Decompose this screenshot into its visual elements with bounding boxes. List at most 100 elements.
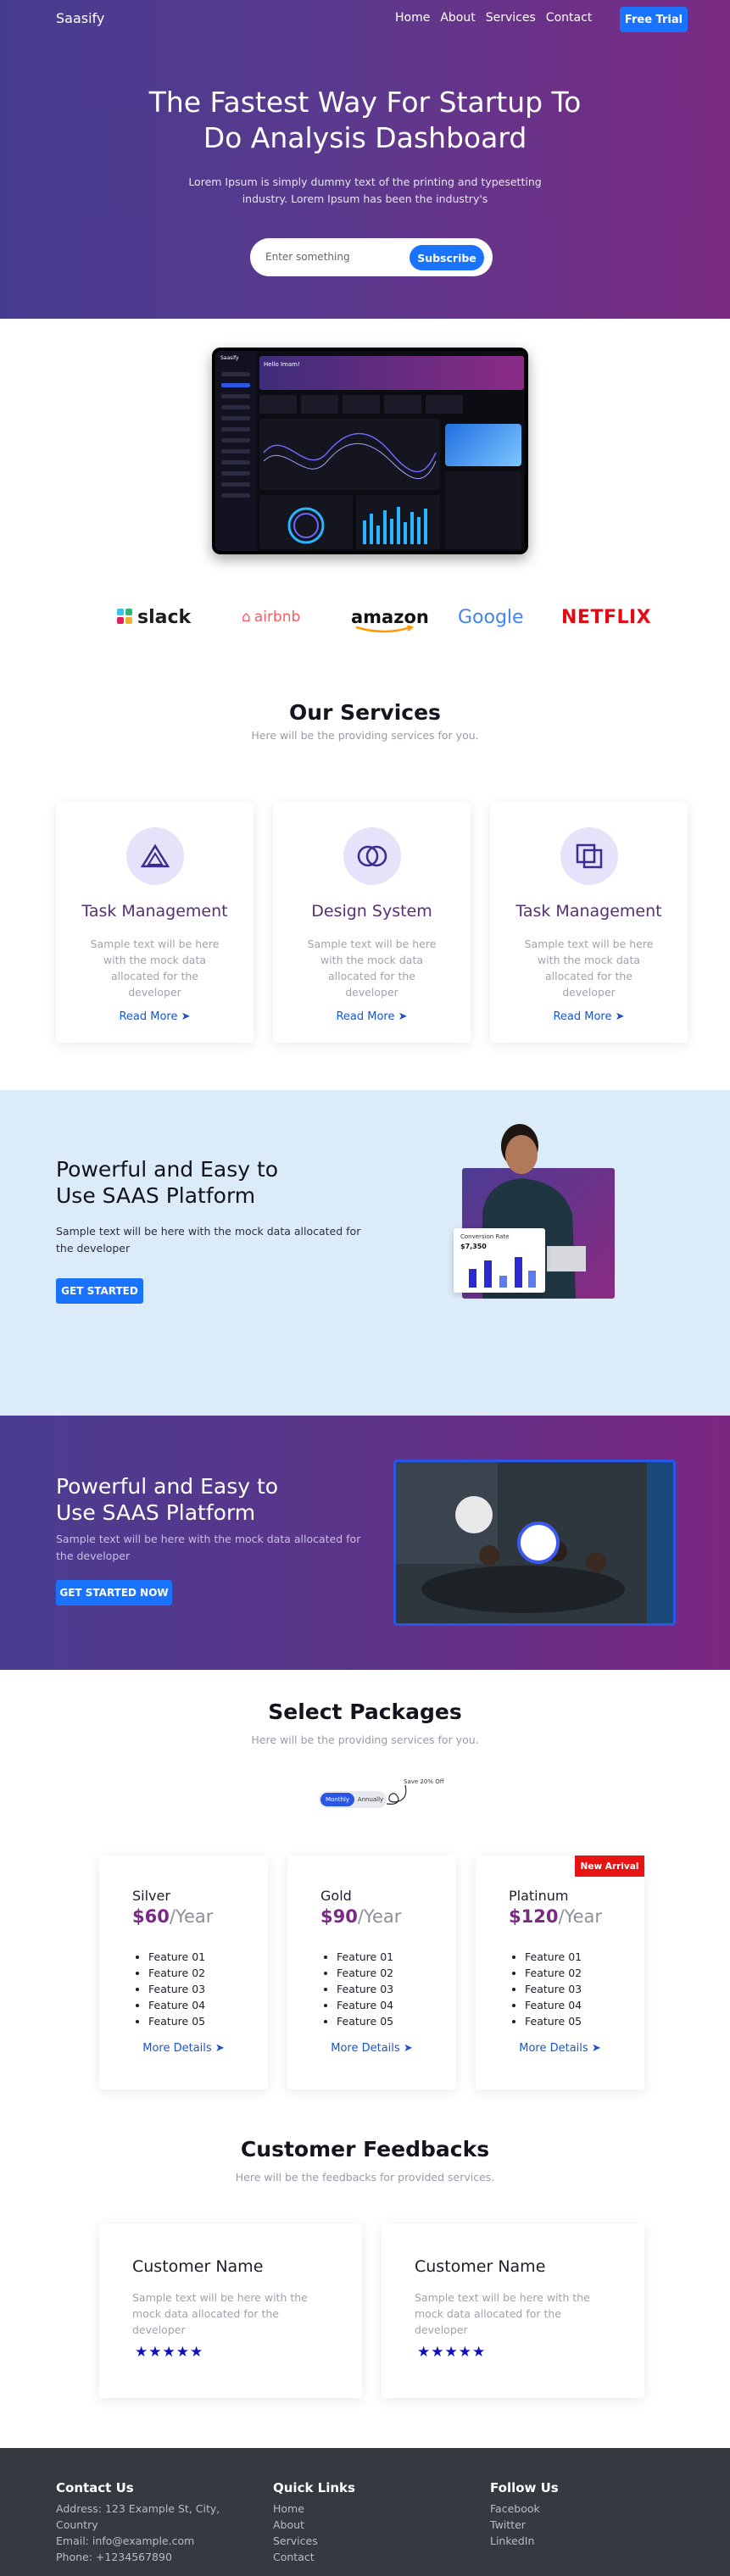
brand-logo[interactable]: Saasify bbox=[56, 10, 104, 26]
service-text: Sample text will be here with the mock d… bbox=[524, 937, 654, 999]
toggle-monthly[interactable]: Monthly bbox=[320, 1793, 354, 1806]
widget-value: $7,350 bbox=[460, 1243, 487, 1250]
hero-title: The Fastest Way For Startup To Do Analys… bbox=[0, 85, 730, 156]
send-arrow-icon: ➤ bbox=[615, 1010, 625, 1023]
netflix-logo: NETFLIX bbox=[561, 606, 652, 628]
free-trial-button[interactable]: Free Trial bbox=[620, 7, 688, 32]
service-text: Sample text will be here with the mock d… bbox=[307, 937, 437, 999]
feedback-text: Sample text will be here with the mock d… bbox=[415, 2291, 590, 2336]
nav-services[interactable]: Services bbox=[486, 11, 536, 25]
footer-contact: Contact Us Address: 123 Example St, City… bbox=[56, 2480, 234, 2565]
footer-links-title: Quick Links bbox=[273, 2480, 355, 2495]
services-subtitle: Here will be the providing services for … bbox=[251, 729, 479, 742]
hero-title-line1: The Fastest Way For Startup To bbox=[148, 86, 582, 119]
read-more-link[interactable]: Read More ➤ bbox=[273, 1010, 471, 1023]
feature-text: Sample text will be here with the mock d… bbox=[56, 1533, 361, 1562]
service-title: Task Management bbox=[515, 902, 662, 921]
nav-home[interactable]: Home bbox=[395, 11, 430, 25]
save-note: Save 20% Off bbox=[404, 1778, 444, 1785]
google-logo: Google bbox=[458, 600, 524, 634]
mock-stat bbox=[301, 395, 338, 414]
mock-sidebar: Saasify bbox=[215, 351, 256, 551]
star-rating-icon: ★★★★★ bbox=[417, 2344, 487, 2361]
widget-title: Conversion Rate bbox=[460, 1233, 510, 1240]
get-started-now-button[interactable]: GET STARTED NOW bbox=[56, 1580, 172, 1605]
triangle-layers-icon bbox=[126, 827, 184, 885]
conversion-widget: Conversion Rate $7,350 bbox=[454, 1228, 545, 1293]
feedback-title: Customer Feedbacks bbox=[240, 2137, 490, 2162]
package-card-gold: Gold $90/Year Feature 01Feature 02 Featu… bbox=[287, 1855, 456, 2089]
video-thumbnail[interactable] bbox=[393, 1460, 676, 1626]
read-more-link[interactable]: Read More ➤ bbox=[56, 1010, 254, 1023]
dashboard-mockup: Saasify Hello Imam! bbox=[212, 348, 528, 554]
more-details-link[interactable]: More Details ➤ bbox=[476, 2042, 644, 2055]
read-more-link[interactable]: Read More ➤ bbox=[490, 1010, 688, 1023]
services-title: Our Services bbox=[289, 700, 441, 725]
service-card: Task Management Sample text will be here… bbox=[490, 802, 688, 1043]
mock-stat bbox=[426, 395, 463, 414]
packages-title: Select Packages bbox=[268, 1700, 462, 1724]
mock-stat bbox=[259, 395, 297, 414]
footer-link-home[interactable]: Home bbox=[273, 2501, 355, 2517]
package-card-silver: Silver $60/Year Feature 01Feature 02 Fea… bbox=[99, 1855, 268, 2089]
main-nav: Home About Services Contact bbox=[395, 11, 592, 25]
packages-subtitle: Here will be the providing services for … bbox=[251, 1733, 479, 1746]
feature-title: Powerful and Easy to Use SAAS Platform bbox=[56, 1157, 279, 1208]
slack-mark-icon bbox=[117, 609, 134, 626]
footer-address: Address: 123 Example St, City, Country bbox=[56, 2502, 220, 2531]
star-rating-icon: ★★★★★ bbox=[135, 2344, 204, 2361]
feedback-subtitle: Here will be the feedbacks for provided … bbox=[235, 2171, 495, 2184]
amazon-smile-icon bbox=[355, 626, 415, 633]
mock-stat bbox=[384, 395, 421, 414]
mock-bar-chart bbox=[356, 495, 440, 549]
feedback-text: Sample text will be here with the mock d… bbox=[132, 2291, 308, 2336]
overlap-squares-icon bbox=[560, 827, 618, 885]
nav-about[interactable]: About bbox=[440, 11, 475, 25]
hero-lead: Lorem Ipsum is simply dummy text of the … bbox=[188, 175, 542, 205]
subscribe-button[interactable]: Subscribe bbox=[410, 245, 484, 270]
toggle-annually[interactable]: Annually bbox=[356, 1793, 385, 1806]
curved-arrow-icon bbox=[386, 1784, 407, 1805]
footer-follow-title: Follow Us bbox=[490, 2480, 559, 2495]
subscribe-input[interactable] bbox=[265, 248, 401, 266]
package-name: Gold bbox=[320, 1888, 352, 1904]
footer-email[interactable]: Email: info@example.com bbox=[56, 2533, 234, 2549]
footer-twitter-link[interactable]: Twitter bbox=[490, 2517, 559, 2533]
mock-banner-title: Hello Imam! bbox=[264, 361, 300, 368]
get-started-button[interactable]: GET STARTED bbox=[56, 1278, 143, 1304]
footer-facebook-link[interactable]: Facebook bbox=[490, 2501, 559, 2517]
hero-section: Saasify Home About Services Contact Free… bbox=[0, 0, 730, 319]
feature-section-dark: Powerful and Easy to Use SAAS Platform S… bbox=[0, 1416, 730, 1670]
footer-quick-links: Quick Links Home About Services Contact bbox=[273, 2480, 355, 2565]
nav-contact[interactable]: Contact bbox=[546, 11, 592, 25]
more-details-link[interactable]: More Details ➤ bbox=[287, 2042, 456, 2055]
package-name: Platinum bbox=[509, 1888, 569, 1904]
send-arrow-icon: ➤ bbox=[181, 1010, 191, 1023]
subscribe-form: Subscribe bbox=[250, 238, 493, 276]
new-arrival-badge: New Arrival bbox=[575, 1855, 644, 1877]
hero-title-line2: Do Analysis Dashboard bbox=[203, 121, 527, 154]
billing-toggle[interactable]: Monthly Annually bbox=[319, 1791, 387, 1808]
slack-logo: slack bbox=[117, 600, 191, 634]
footer-link-about[interactable]: About bbox=[273, 2517, 355, 2533]
footer-link-services[interactable]: Services bbox=[273, 2533, 355, 2549]
partner-logos: slack ⌂ airbnb amazon Google NETFLIX bbox=[0, 600, 730, 634]
footer-contact-title: Contact Us bbox=[56, 2480, 134, 2495]
feedback-card: Customer Name Sample text will be here w… bbox=[99, 2223, 362, 2398]
feature-text: Sample text will be here with the mock d… bbox=[56, 1225, 361, 1255]
footer-linkedin-link[interactable]: LinkedIn bbox=[490, 2533, 559, 2549]
more-details-link[interactable]: More Details ➤ bbox=[99, 2042, 268, 2055]
feature-section-light: Powerful and Easy to Use SAAS Platform S… bbox=[0, 1090, 730, 1416]
customer-name: Customer Name bbox=[132, 2257, 264, 2276]
send-arrow-icon: ➤ bbox=[398, 1010, 408, 1023]
mock-credit-card bbox=[445, 424, 521, 466]
airbnb-mark-icon: ⌂ bbox=[242, 609, 251, 626]
feature-list: Feature 01Feature 02 Feature 03Feature 0… bbox=[525, 1949, 582, 2029]
footer-phone[interactable]: Phone: +1234567890 bbox=[56, 2549, 234, 2565]
play-icon[interactable] bbox=[517, 1522, 560, 1564]
footer-link-contact[interactable]: Contact bbox=[273, 2549, 355, 2565]
service-card: Task Management Sample text will be here… bbox=[56, 802, 254, 1043]
send-arrow-icon: ➤ bbox=[403, 2042, 413, 2055]
service-title: Task Management bbox=[81, 902, 228, 921]
mock-banner: Hello Imam! bbox=[259, 356, 524, 390]
